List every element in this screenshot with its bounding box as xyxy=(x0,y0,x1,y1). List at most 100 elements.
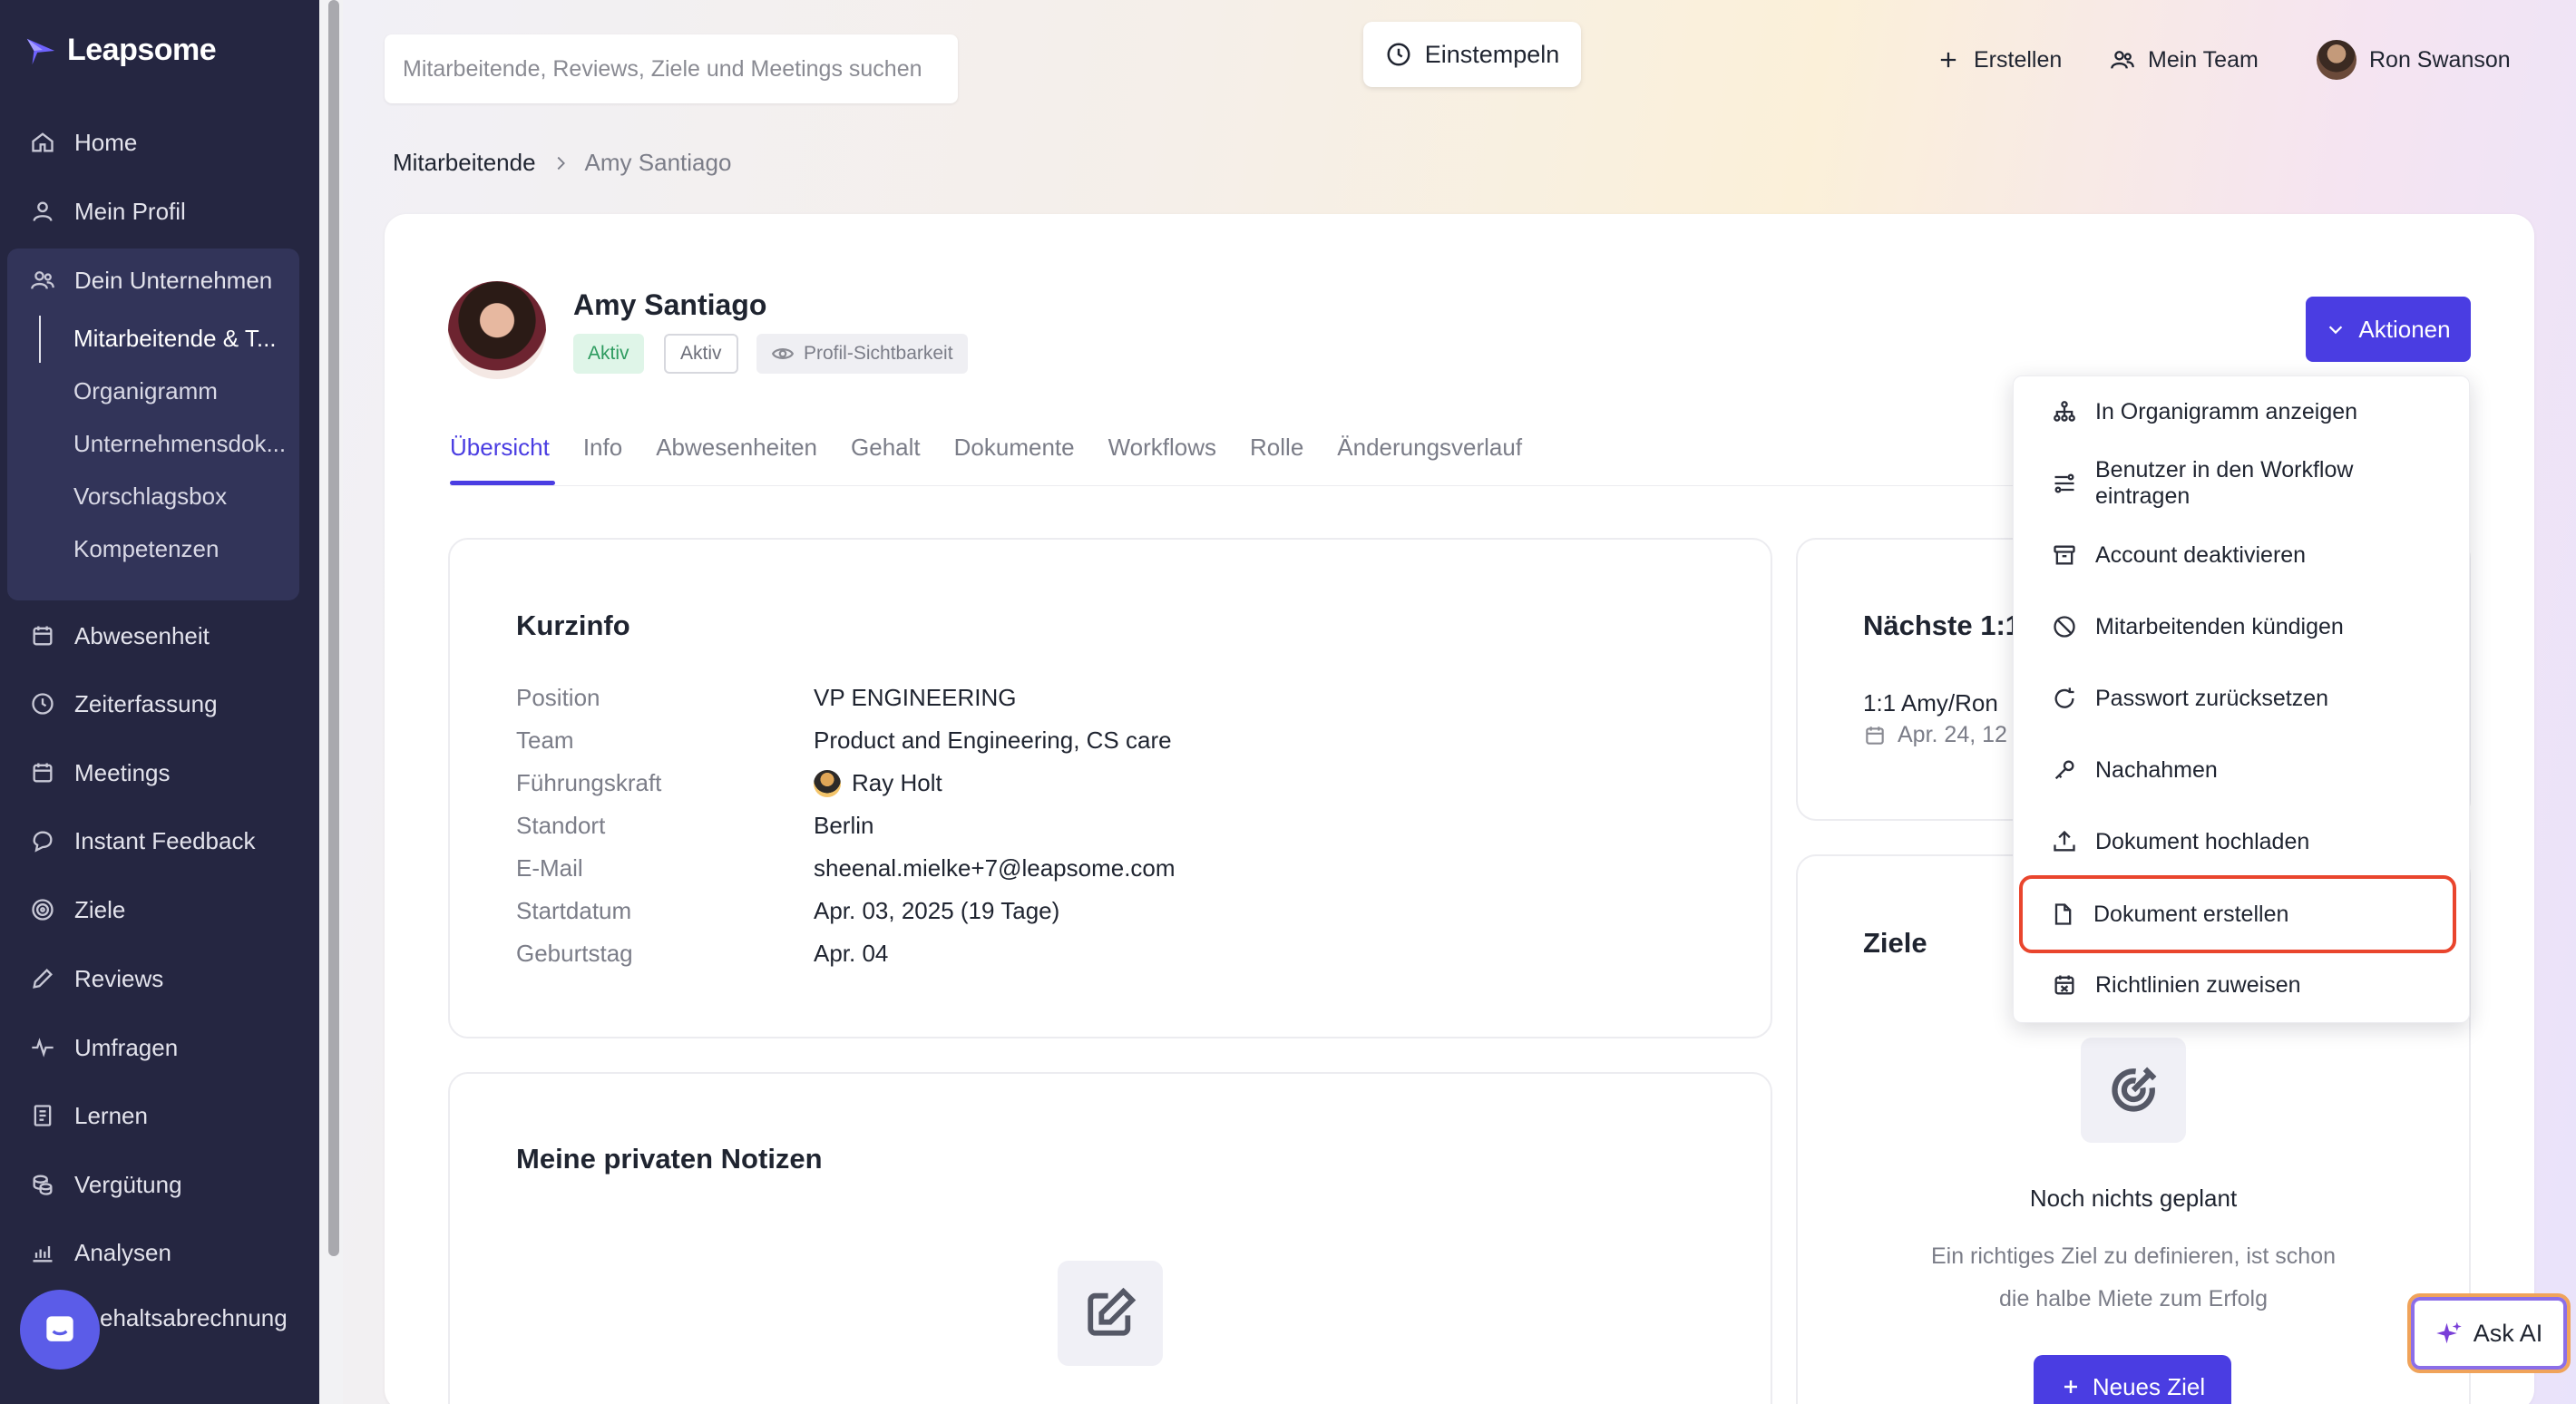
add-note-button[interactable] xyxy=(1058,1261,1163,1366)
info-row-position: Position VP ENGINEERING xyxy=(516,684,1016,712)
menu-item-terminate-employee[interactable]: Mitarbeitenden kündigen xyxy=(2034,599,2451,655)
global-search[interactable] xyxy=(385,34,958,103)
tab-overview[interactable]: Übersicht xyxy=(450,434,550,462)
info-key: Position xyxy=(516,684,600,711)
info-value: VP ENGINEERING xyxy=(814,684,1017,711)
ask-ai-label: Ask AI xyxy=(2473,1319,2543,1347)
sidebar-subitem-company-docs[interactable]: Unternehmensdok... xyxy=(73,430,291,458)
private-notes-title: Meine privaten Notizen xyxy=(516,1143,823,1175)
edit-icon xyxy=(1088,1287,1137,1336)
sidebar-item-company[interactable]: Dein Unternehmen xyxy=(29,256,272,305)
menu-item-show-in-orgchart[interactable]: In Organigramm anzeigen xyxy=(2034,384,2451,440)
menu-item-reset-password[interactable]: Passwort zurücksetzen xyxy=(2034,670,2451,726)
sidebar-item-learning[interactable]: Lernen xyxy=(29,1091,148,1140)
coins-icon xyxy=(29,1171,56,1198)
visibility-badge[interactable]: Profil-Sichtbarkeit xyxy=(756,334,968,374)
active-indicator xyxy=(39,316,41,363)
new-goal-label: Neues Ziel xyxy=(2092,1372,2206,1400)
tab-absences[interactable]: Abwesenheiten xyxy=(656,434,817,462)
actions-button[interactable]: Aktionen xyxy=(2306,297,2471,362)
tab-documents[interactable]: Dokumente xyxy=(954,434,1075,462)
info-row-location: Standort Berlin xyxy=(516,812,873,840)
book-icon xyxy=(29,1102,56,1129)
sidebar-subitem-competencies[interactable]: Kompetenzen xyxy=(73,535,291,563)
clock-in-button[interactable]: Einstempeln xyxy=(1363,22,1581,87)
tab-salary[interactable]: Gehalt xyxy=(851,434,921,462)
sidebar-item-label: Dein Unternehmen xyxy=(74,266,273,294)
menu-item-impersonate[interactable]: Nachahmen xyxy=(2034,742,2451,798)
upload-icon xyxy=(2054,830,2075,852)
sidebar-item-instant-feedback[interactable]: Instant Feedback xyxy=(29,816,255,865)
sidebar-item-label: Reviews xyxy=(74,964,164,992)
menu-item-upload-document[interactable]: Dokument hochladen xyxy=(2034,814,2451,870)
sidebar-item-payroll[interactable]: ehaltsabrechnung xyxy=(100,1304,288,1332)
menu-item-create-document[interactable]: Dokument erstellen xyxy=(2019,875,2456,953)
sidebar-subitem-orgchart[interactable]: Organigramm xyxy=(73,377,291,405)
home-icon xyxy=(29,129,56,156)
users-icon xyxy=(29,267,56,294)
sidebar-item-time-tracking[interactable]: Zeiterfassung xyxy=(29,679,218,728)
search-input[interactable] xyxy=(403,55,940,83)
sidebar-item-label: Meetings xyxy=(74,758,171,786)
app-name: Leapsome xyxy=(67,33,217,67)
leapsome-logo[interactable]: Leapsome xyxy=(24,33,217,68)
manager-link[interactable]: Ray Holt xyxy=(814,769,942,797)
users-icon xyxy=(2111,51,2134,69)
menu-item-label: Dokument erstellen xyxy=(2093,901,2289,927)
tab-info[interactable]: Info xyxy=(583,434,622,462)
sidebar-item-absence[interactable]: Abwesenheit xyxy=(29,611,210,660)
clock-icon xyxy=(29,690,56,717)
tab-workflows[interactable]: Workflows xyxy=(1108,434,1216,462)
sidebar-item-label: Mein Profil xyxy=(74,197,186,225)
menu-item-label: Nachahmen xyxy=(2095,756,2218,783)
info-value: Apr. 04 xyxy=(814,940,889,967)
sidebar-item-surveys[interactable]: Umfragen xyxy=(29,1023,178,1072)
pen-icon xyxy=(29,965,56,992)
meeting-link[interactable]: 1:1 Amy/Ron xyxy=(1863,689,1998,717)
support-chat-button[interactable] xyxy=(20,1290,100,1370)
menu-item-add-to-workflow[interactable]: Benutzer in den Workflow eintragen xyxy=(2034,455,2451,512)
status-badge: Aktiv xyxy=(573,334,644,374)
tab-change-history[interactable]: Änderungsverlauf xyxy=(1337,434,1522,462)
menu-item-assign-policies[interactable]: Richtlinien zuweisen xyxy=(2034,957,2451,1013)
menu-item-deactivate-account[interactable]: Account deaktivieren xyxy=(2034,527,2451,583)
tab-role[interactable]: Rolle xyxy=(1250,434,1303,462)
sidebar: Leapsome Home Mein Profil Dein Unternehm… xyxy=(0,0,319,1404)
profile-tabs: Übersicht Info Abwesenheiten Gehalt Doku… xyxy=(450,434,1556,462)
sidebar-item-meetings[interactable]: Meetings xyxy=(29,748,171,797)
my-team-button[interactable]: Mein Team xyxy=(2110,40,2259,80)
sidebar-subitem-suggestion-box[interactable]: Vorschlagsbox xyxy=(73,483,291,511)
info-value: Apr. 03, 2025 (19 Tage) xyxy=(814,897,1060,924)
eye-icon xyxy=(771,348,795,359)
key-icon xyxy=(2054,760,2074,780)
calendar-icon xyxy=(1866,726,1884,745)
visibility-label: Profil-Sichtbarkeit xyxy=(804,343,953,364)
user-menu[interactable]: Ron Swanson xyxy=(2317,40,2511,80)
sidebar-scrollbar-thumb[interactable] xyxy=(328,0,339,1256)
org-chart-icon xyxy=(2054,401,2075,422)
breadcrumb-parent[interactable]: Mitarbeitende xyxy=(393,149,536,177)
info-key: Standort xyxy=(516,812,606,839)
calendar-icon xyxy=(29,759,56,786)
sidebar-subitem-employees[interactable]: Mitarbeitende & T... xyxy=(73,325,291,353)
info-row-team: Team Product and Engineering, CS care xyxy=(516,726,1172,755)
plus-icon xyxy=(2064,1380,2077,1393)
sidebar-item-home[interactable]: Home xyxy=(29,118,137,167)
calendar-icon xyxy=(29,622,56,649)
create-button[interactable]: Erstellen xyxy=(1936,40,2062,80)
sidebar-item-analytics[interactable]: Analysen xyxy=(29,1228,171,1277)
sidebar-item-compensation[interactable]: Vergütung xyxy=(29,1160,182,1209)
sidebar-item-goals[interactable]: Ziele xyxy=(29,885,125,934)
info-row-start-date: Startdatum Apr. 03, 2025 (19 Tage) xyxy=(516,897,1059,925)
sidebar-item-profile[interactable]: Mein Profil xyxy=(29,187,186,236)
avatar xyxy=(2317,40,2356,80)
goals-empty-description: Ein richtiges Ziel zu definieren, ist sc… xyxy=(1843,1235,2424,1321)
profile-avatar xyxy=(448,281,546,379)
sidebar-item-label: Vergütung xyxy=(74,1170,182,1198)
ask-ai-button[interactable]: Ask AI xyxy=(2407,1293,2571,1373)
new-goal-button[interactable]: Neues Ziel xyxy=(2034,1355,2231,1404)
menu-item-label: Dokument hochladen xyxy=(2095,828,2310,854)
file-icon xyxy=(2054,903,2072,925)
sidebar-item-reviews[interactable]: Reviews xyxy=(29,954,163,1003)
plus-icon xyxy=(1940,52,1956,68)
